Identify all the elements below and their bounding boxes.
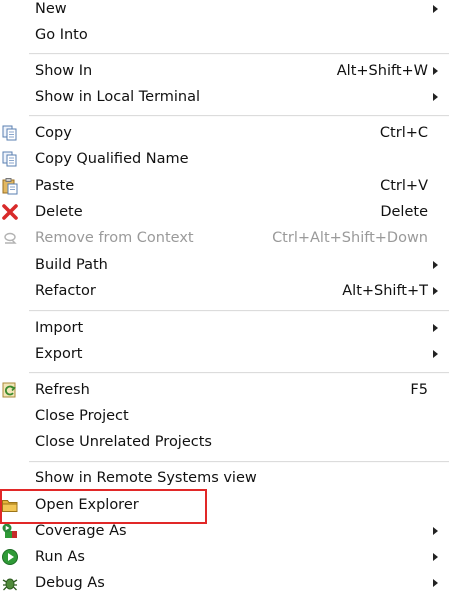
context-menu: New Go Into Show In Alt+Shift+W Show in … — [0, 0, 449, 591]
submenu-arrow-icon — [433, 324, 438, 332]
copy-icon — [1, 124, 19, 142]
submenu-arrow-icon — [433, 5, 438, 13]
submenu-arrow-icon — [433, 93, 438, 101]
submenu-arrow-icon — [433, 261, 438, 269]
menu-separator — [29, 372, 449, 374]
menu-item-refactor[interactable]: Refactor Alt+Shift+T — [0, 278, 449, 304]
menu-item-label: Refresh — [35, 382, 90, 398]
menu-item-shortcut: Ctrl+Alt+Shift+Down — [272, 230, 428, 246]
submenu-arrow-icon — [433, 67, 438, 75]
submenu-arrow-icon — [433, 527, 438, 535]
submenu-arrow-icon — [433, 287, 438, 295]
debug-icon — [1, 574, 19, 592]
highlight-box-open-explorer — [0, 489, 207, 524]
menu-item-shortcut: Ctrl+V — [380, 178, 428, 194]
menu-item-label: Build Path — [35, 257, 108, 273]
menu-item-import[interactable]: Import — [0, 315, 449, 341]
menu-item-shortcut: Delete — [380, 204, 428, 220]
submenu-arrow-icon — [433, 553, 438, 561]
menu-item-copy-qualified-name[interactable]: Copy Qualified Name — [0, 146, 449, 172]
menu-item-label: Show in Remote Systems view — [35, 470, 257, 486]
run-icon — [1, 548, 19, 566]
menu-item-show-in-local-terminal[interactable]: Show in Local Terminal — [0, 84, 449, 110]
menu-item-label: Import — [35, 320, 84, 336]
menu-item-remove-from-context: Remove from Context Ctrl+Alt+Shift+Down — [0, 225, 449, 251]
menu-item-label: Debug As — [35, 575, 105, 591]
menu-separator — [29, 461, 449, 463]
menu-item-shortcut: Alt+Shift+W — [336, 63, 428, 79]
remove-from-context-icon — [1, 229, 19, 247]
submenu-arrow-icon — [433, 350, 438, 358]
menu-item-build-path[interactable]: Build Path — [0, 252, 449, 278]
menu-item-label: Paste — [35, 178, 75, 194]
coverage-icon — [1, 522, 19, 540]
copy-qualified-name-icon — [1, 150, 19, 168]
delete-x-icon — [1, 203, 19, 221]
menu-item-label: Copy Qualified Name — [35, 151, 189, 167]
menu-item-label: Run As — [35, 549, 85, 565]
menu-item-go-into[interactable]: Go Into — [0, 22, 449, 48]
menu-item-label: Copy — [35, 125, 72, 141]
refresh-icon — [1, 381, 19, 399]
menu-item-label: Remove from Context — [35, 230, 194, 246]
menu-item-new[interactable]: New — [0, 0, 449, 22]
menu-item-label: Close Project — [35, 408, 129, 424]
menu-item-shortcut: Ctrl+C — [379, 125, 428, 141]
menu-separator — [29, 310, 449, 312]
menu-item-refresh[interactable]: Refresh F5 — [0, 377, 449, 403]
menu-item-copy[interactable]: Copy Ctrl+C — [0, 120, 449, 146]
menu-item-debug-as[interactable]: Debug As — [0, 570, 449, 596]
menu-item-run-as[interactable]: Run As — [0, 544, 449, 570]
menu-item-shortcut: Alt+Shift+T — [342, 283, 428, 299]
menu-item-label: Close Unrelated Projects — [35, 434, 212, 450]
menu-item-shortcut: F5 — [410, 382, 428, 398]
menu-item-delete[interactable]: Delete Delete — [0, 199, 449, 225]
menu-item-label: Export — [35, 346, 83, 362]
menu-item-show-in[interactable]: Show In Alt+Shift+W — [0, 58, 449, 84]
menu-item-label: Go Into — [35, 27, 88, 43]
menu-item-label: Show In — [35, 63, 93, 79]
menu-separator — [29, 53, 449, 55]
paste-icon — [1, 177, 19, 195]
menu-separator — [29, 115, 449, 117]
menu-item-label: Delete — [35, 204, 83, 220]
menu-item-label: Show in Local Terminal — [35, 89, 201, 105]
menu-item-label: Refactor — [35, 283, 96, 299]
menu-item-paste[interactable]: Paste Ctrl+V — [0, 173, 449, 199]
menu-item-close-project[interactable]: Close Project — [0, 403, 449, 429]
menu-item-label: New — [35, 1, 67, 17]
menu-item-export[interactable]: Export — [0, 341, 449, 367]
menu-item-show-in-remote-systems-view[interactable]: Show in Remote Systems view — [0, 465, 449, 491]
menu-item-close-unrelated-projects[interactable]: Close Unrelated Projects — [0, 429, 449, 455]
